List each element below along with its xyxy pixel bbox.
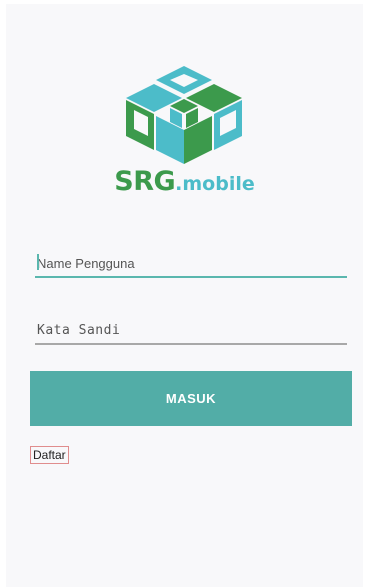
brand-mobile: .mobile [175, 173, 255, 195]
brand-srg: SRG [114, 166, 176, 197]
password-input[interactable] [35, 315, 347, 345]
username-underline [35, 276, 347, 278]
username-input[interactable] [35, 248, 347, 278]
login-screen: SRG.mobile MASUK Daftar [6, 4, 363, 587]
password-field-wrapper [35, 315, 347, 345]
login-button[interactable]: MASUK [30, 371, 352, 426]
password-underline [35, 343, 347, 345]
text-cursor [37, 254, 39, 270]
username-field-wrapper [35, 248, 347, 278]
register-link[interactable]: Daftar [30, 446, 69, 464]
cube-logo-icon [124, 62, 244, 166]
app-brand-title: SRG.mobile [6, 166, 363, 197]
